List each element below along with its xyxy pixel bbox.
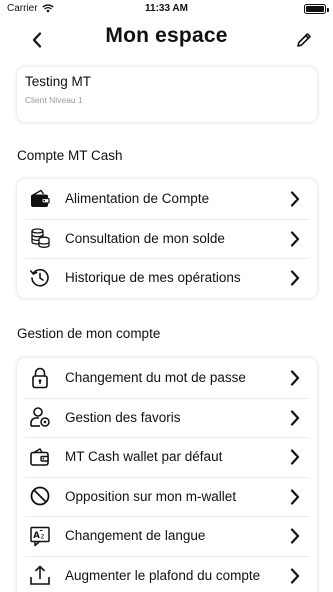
menu-item-alimentation[interactable]: Alimentation de Compte [17, 179, 317, 219]
chevron-right-icon [290, 488, 300, 505]
menu-card-account: Changement du mot de passe Gestion des f… [17, 358, 317, 592]
chevron-right-icon [290, 409, 300, 426]
header: Mon espace [0, 18, 333, 60]
menu-item-solde[interactable]: Consultation de mon solde [17, 218, 317, 259]
history-icon [28, 266, 51, 289]
coins-icon [28, 227, 51, 250]
chevron-right-icon [290, 270, 300, 286]
menu-label: Alimentation de Compte [65, 191, 210, 207]
pencil-icon [295, 31, 313, 49]
menu-label: Augmenter le plafond du compte [65, 567, 261, 583]
menu-item-historique[interactable]: Historique de mes opérations [17, 258, 317, 298]
status-time: 11:33 AM [145, 3, 188, 14]
menu-label: Gestion des favoris [65, 409, 181, 425]
menu-item-opposition[interactable]: Opposition sur mon m-wallet [17, 476, 317, 517]
user-settings-icon [28, 406, 51, 429]
menu-item-langue[interactable]: A z Changement de langue [17, 516, 317, 556]
edit-button[interactable] [293, 29, 315, 51]
profile-card[interactable]: Testing MT Client Niveau 1 [17, 67, 317, 122]
status-bar: Carrier 11:33 AM [0, 0, 333, 18]
section-title-account: Gestion de mon compte [17, 326, 161, 341]
menu-item-plafond[interactable]: Augmenter le plafond du compte [17, 555, 317, 592]
menu-label: Historique de mes opérations [65, 270, 241, 286]
menu-label: Consultation de mon solde [65, 230, 225, 246]
wallet-icon [28, 187, 51, 210]
chevron-right-icon [290, 528, 300, 544]
menu-card-cash: Alimentation de Compte Consultation de m… [17, 179, 317, 298]
menu-label: Changement du mot de passe [65, 370, 246, 386]
chevron-right-icon [290, 449, 300, 465]
menu-item-wallet-default[interactable]: MT Cash wallet par défaut [17, 437, 317, 477]
profile-level: Client Niveau 1 [25, 95, 83, 105]
menu-item-favoris[interactable]: Gestion des favoris [17, 397, 317, 438]
svg-text:z: z [40, 532, 44, 540]
lock-icon [28, 366, 51, 389]
menu-label: Opposition sur mon m-wallet [65, 488, 237, 504]
chevron-right-icon [290, 230, 300, 247]
battery-icon [304, 4, 329, 14]
section-title-cash: Compte MT Cash [17, 148, 123, 163]
language-icon: A z [28, 524, 51, 547]
wallet-check-icon [28, 445, 51, 468]
menu-label: MT Cash wallet par défaut [65, 449, 223, 465]
svg-text:A: A [33, 530, 40, 540]
chevron-right-icon [290, 370, 300, 386]
menu-item-password[interactable]: Changement du mot de passe [17, 358, 317, 398]
upload-icon [28, 564, 51, 587]
menu-label: Changement de langue [65, 528, 206, 544]
profile-name: Testing MT [25, 74, 92, 89]
chevron-right-icon [290, 567, 300, 584]
block-icon [28, 485, 51, 508]
page-title: Mon espace [105, 24, 228, 47]
chevron-right-icon [290, 191, 300, 207]
